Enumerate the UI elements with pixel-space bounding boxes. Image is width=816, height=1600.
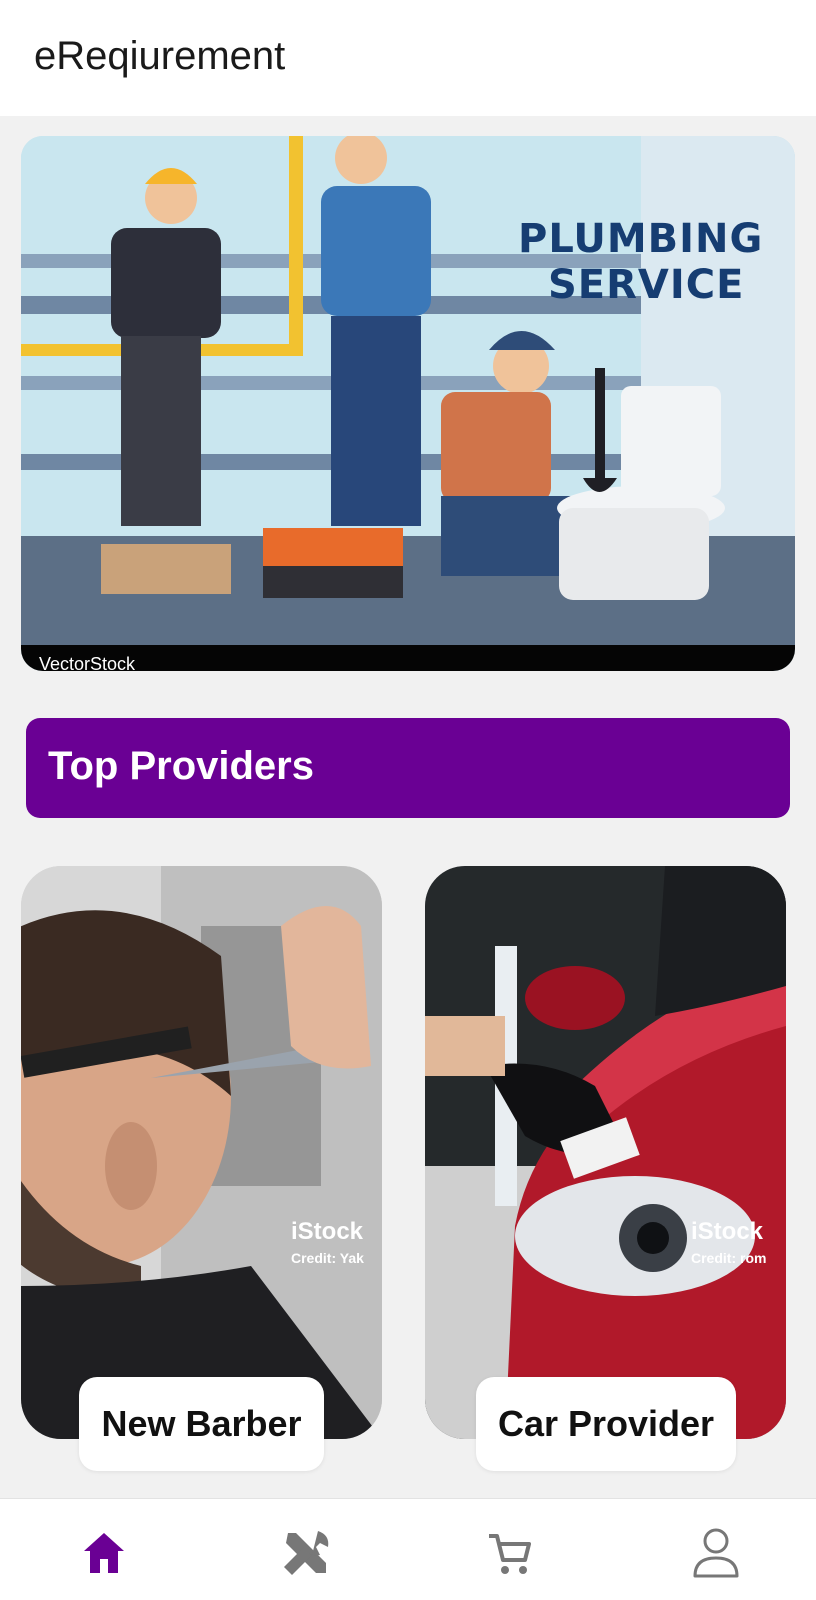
app-bar: eReqiurement (0, 0, 816, 116)
tools-icon (284, 1531, 329, 1575)
banner-watermark-text: VectorStock (39, 654, 136, 671)
car-watermark: iStock (691, 1218, 764, 1245)
provider-card-car[interactable]: iStock Credit: rom (425, 866, 786, 1439)
cart-icon (489, 1534, 531, 1574)
provider-name-barber[interactable]: New Barber (79, 1377, 324, 1471)
home-icon (84, 1533, 124, 1573)
banner-watermark-bar: VectorStock (21, 645, 795, 671)
banner-title-line-1: PLUMBING (518, 216, 764, 262)
provider-card-barber[interactable]: iStock Credit: Yak (21, 866, 382, 1439)
profile-icon (693, 1528, 739, 1578)
promo-banner[interactable]: PLUMBING SERVICE VectorStock (21, 136, 795, 671)
bottom-navigation (0, 1498, 816, 1600)
section-title: Top Providers (48, 744, 314, 788)
nav-home-button[interactable] (74, 1525, 134, 1581)
top-providers-header: Top Providers (26, 718, 790, 818)
car-photo (425, 866, 786, 1439)
nav-cart-button[interactable] (480, 1525, 540, 1581)
app-title: eReqiurement (34, 34, 286, 78)
car-watermark-credit: Credit: rom (691, 1250, 767, 1266)
barber-photo (21, 866, 382, 1439)
banner-title-line-2: SERVICE (548, 262, 745, 308)
barber-watermark-credit: Credit: Yak (291, 1250, 364, 1266)
barber-watermark: iStock (291, 1218, 364, 1245)
nav-services-button[interactable] (276, 1525, 336, 1581)
provider-name-car[interactable]: Car Provider (476, 1377, 736, 1471)
nav-profile-button[interactable] (686, 1525, 746, 1581)
